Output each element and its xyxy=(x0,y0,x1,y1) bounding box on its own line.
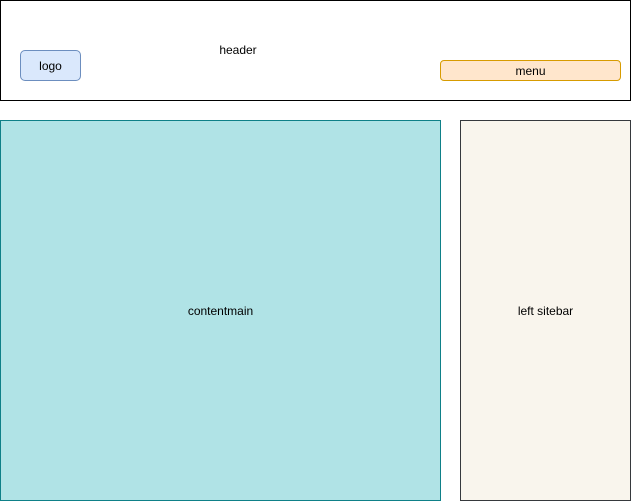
logo-label: logo xyxy=(39,58,62,73)
menu-label: menu xyxy=(515,63,546,78)
sidebar-label: left sitebar xyxy=(517,303,574,318)
content-main-block: contentmain xyxy=(0,120,441,501)
content-main-label: contentmain xyxy=(187,303,254,318)
logo-block: logo xyxy=(20,50,81,81)
header-block: header xyxy=(0,0,631,101)
menu-block: menu xyxy=(440,60,621,81)
sidebar-block: left sitebar xyxy=(460,120,631,501)
header-label: header xyxy=(219,43,257,57)
